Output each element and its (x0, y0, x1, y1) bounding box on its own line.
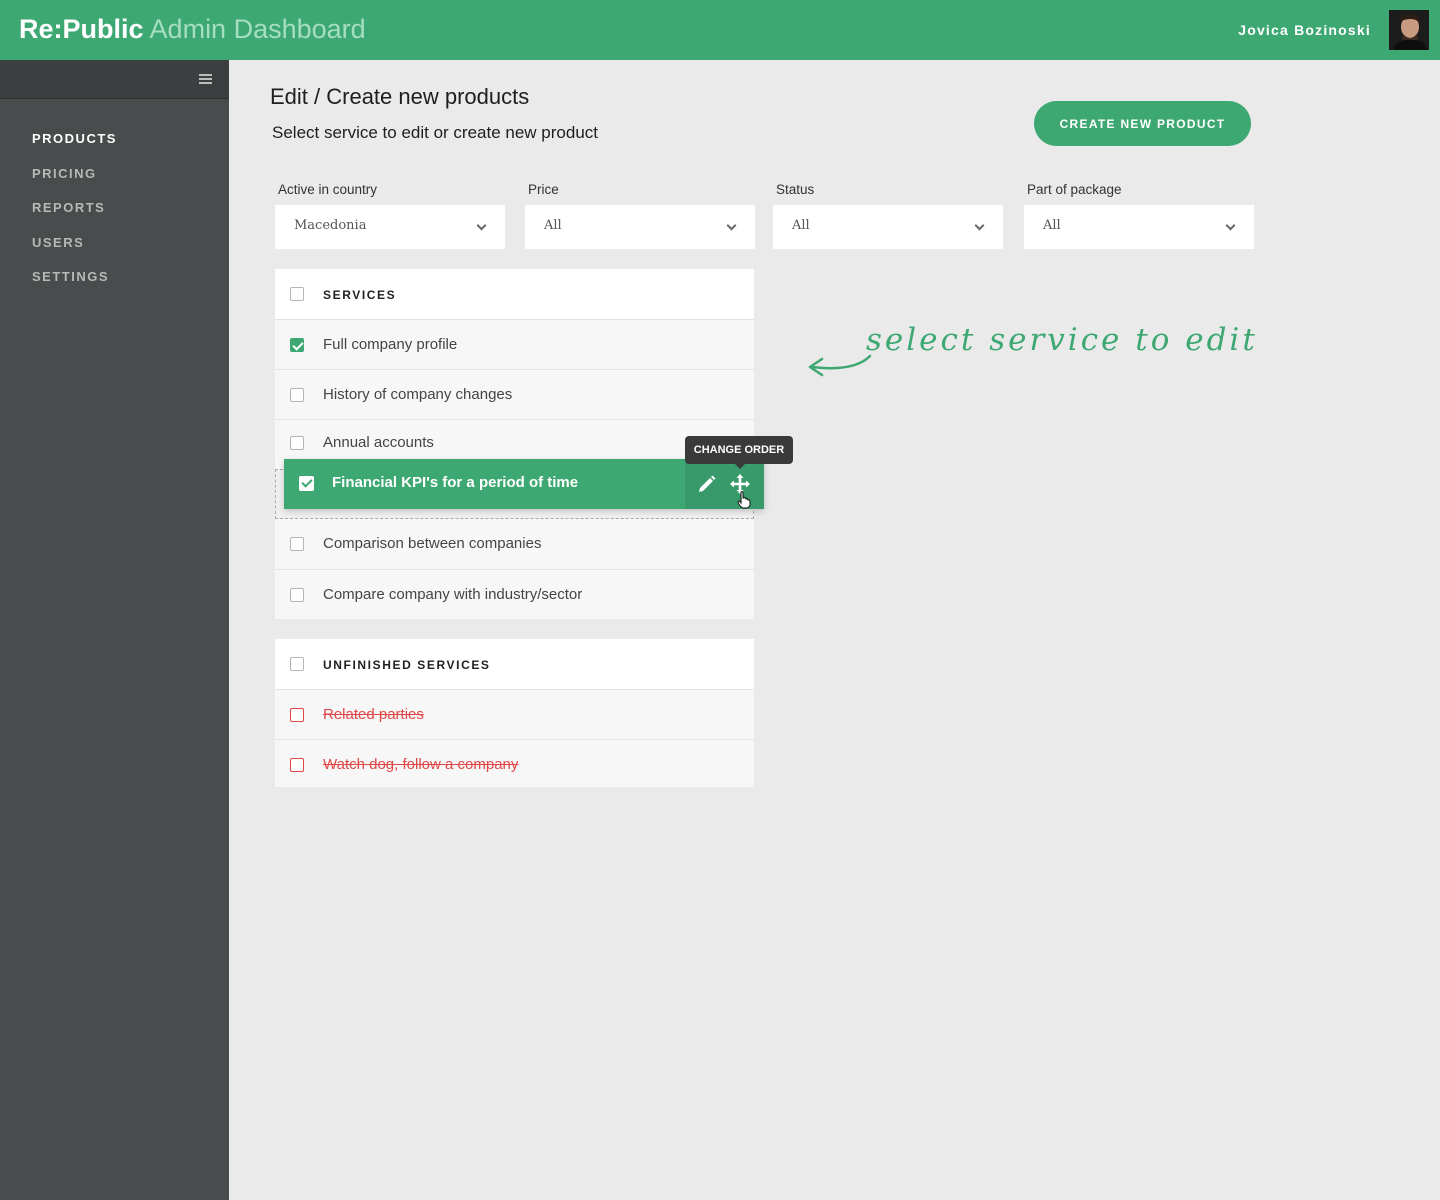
filter-price: Price All (525, 182, 755, 249)
services-panel: SERVICES Full company profile History of… (275, 269, 754, 619)
service-checkbox[interactable] (290, 758, 304, 772)
chevron-down-icon (726, 220, 737, 231)
select-value: All (1043, 218, 1061, 233)
sidebar-nav: PRODUCTS PRICING REPORTS USERS SETTINGS (0, 99, 229, 303)
services-header-row: SERVICES (275, 269, 754, 319)
unfinished-header-row: UNFINISHED SERVICES (275, 639, 754, 689)
row-actions (685, 459, 764, 509)
top-bar: Re:Public Admin Dashboard Jovica Bozinos… (0, 0, 1440, 60)
pencil-icon[interactable] (697, 474, 717, 494)
service-checkbox[interactable] (299, 476, 314, 491)
filter-country: Active in country Macedonia (275, 182, 505, 249)
unfinished-header: UNFINISHED SERVICES (323, 658, 491, 672)
service-label: Financial KPI's for a period of time (332, 474, 579, 491)
hint-arrow-icon (808, 354, 872, 377)
service-checkbox[interactable] (290, 436, 304, 450)
filter-label: Part of package (1027, 182, 1122, 197)
unfinished-service-row[interactable]: Related parties (275, 689, 754, 739)
change-order-tooltip: CHANGE ORDER (685, 436, 793, 469)
chevron-down-icon (476, 220, 487, 231)
service-checkbox[interactable] (290, 588, 304, 602)
unfinished-services-panel: UNFINISHED SERVICES Related parties Watc… (275, 639, 754, 787)
sidebar: PRODUCTS PRICING REPORTS USERS SETTINGS (0, 60, 229, 1200)
filter-label: Active in country (278, 182, 378, 197)
sidebar-header (0, 60, 229, 99)
service-label: Compare company with industry/sector (323, 586, 583, 603)
service-checkbox[interactable] (290, 708, 304, 722)
chevron-down-icon (1225, 220, 1236, 231)
select-value: All (544, 218, 562, 233)
package-select[interactable]: All (1024, 205, 1254, 249)
chevron-down-icon (974, 220, 985, 231)
sidebar-item-products[interactable]: PRODUCTS (0, 130, 229, 165)
hand-cursor-icon (737, 491, 751, 509)
unfinished-service-row[interactable]: Watch dog, follow a company (275, 739, 754, 787)
service-checkbox[interactable] (290, 537, 304, 551)
service-row[interactable]: Comparison between companies (275, 519, 754, 569)
filter-label: Status (776, 182, 815, 197)
filter-label: Price (528, 182, 559, 197)
sidebar-item-settings[interactable]: SETTINGS (0, 268, 229, 303)
hamburger-icon[interactable] (199, 74, 212, 85)
service-row[interactable]: Full company profile (275, 319, 754, 369)
brand-name: Re:Public (19, 14, 144, 44)
sidebar-item-reports[interactable]: REPORTS (0, 199, 229, 234)
service-label: History of company changes (323, 386, 513, 403)
select-all-services-checkbox[interactable] (290, 287, 304, 301)
services-header: SERVICES (323, 288, 397, 302)
service-label: Related parties (323, 706, 424, 723)
filter-package: Part of package All (1024, 182, 1254, 249)
user-avatar[interactable] (1389, 10, 1429, 50)
service-row[interactable]: History of company changes (275, 369, 754, 419)
price-select[interactable]: All (525, 205, 755, 249)
service-label: Annual accounts (323, 434, 434, 451)
user-name[interactable]: Jovica Bozinoski (1238, 22, 1371, 38)
select-value: Macedonia (294, 218, 367, 233)
select-all-unfinished-checkbox[interactable] (290, 657, 304, 671)
create-new-product-button[interactable]: CREATE NEW PRODUCT (1034, 101, 1251, 146)
sidebar-item-pricing[interactable]: PRICING (0, 165, 229, 200)
select-value: All (792, 218, 810, 233)
brand-subtitle: Admin Dashboard (149, 14, 366, 44)
app-brand[interactable]: Re:Public Admin Dashboard (19, 13, 366, 45)
status-select[interactable]: All (773, 205, 1003, 249)
page-subtitle: Select service to edit or create new pro… (272, 123, 598, 142)
service-label: Full company profile (323, 336, 458, 353)
country-select[interactable]: Macedonia (275, 205, 505, 249)
filter-status: Status All (773, 182, 1003, 249)
sidebar-item-users[interactable]: USERS (0, 234, 229, 269)
service-checkbox[interactable] (290, 388, 304, 402)
hint-text: select service to edit (866, 322, 1258, 358)
service-label: Comparison between companies (323, 535, 542, 552)
service-label: Watch dog, follow a company (323, 756, 519, 773)
avatar-photo-icon (1389, 10, 1429, 50)
service-row[interactable]: Compare company with industry/sector (275, 569, 754, 619)
dragging-service-row[interactable]: Financial KPI's for a period of time (284, 459, 764, 509)
service-checkbox[interactable] (290, 338, 304, 352)
page-title: Edit / Create new products (270, 84, 530, 109)
